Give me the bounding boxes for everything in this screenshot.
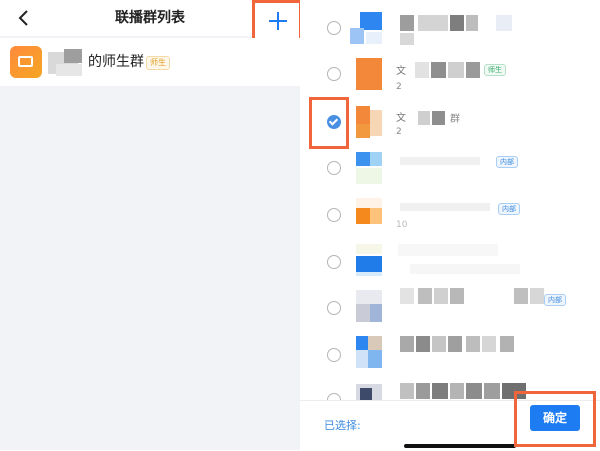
avatar — [350, 152, 382, 184]
avatar — [350, 198, 382, 230]
book-icon — [18, 56, 33, 67]
blurred-text — [432, 383, 448, 399]
blurred-text — [450, 15, 464, 31]
confirm-highlight: 确定 — [514, 391, 596, 447]
row-checkbox[interactable] — [327, 67, 341, 81]
blurred-text — [400, 336, 414, 352]
blurred-text — [418, 15, 448, 31]
blurred-text — [400, 33, 414, 45]
row-checkbox[interactable] — [327, 21, 341, 35]
blurred-text — [400, 15, 414, 31]
group-tag: 内部 — [544, 294, 566, 306]
list-item[interactable]: 的师生群 师生 — [0, 38, 300, 86]
blurred-text — [431, 62, 446, 78]
group-tag: 师生 — [484, 64, 506, 76]
blurred-text — [466, 383, 482, 399]
blurred-text — [432, 111, 445, 125]
selected-label: 已选择: — [324, 419, 361, 432]
blurred-text — [432, 336, 446, 352]
group-name-fragment: 文 — [396, 66, 406, 77]
home-indicator — [404, 444, 516, 448]
avatar — [350, 58, 382, 90]
blurred-text — [64, 49, 82, 63]
blurred-text — [56, 64, 82, 76]
blurred-text — [466, 62, 480, 78]
group-name: 的师生群 — [88, 54, 144, 70]
blurred-text — [434, 288, 448, 304]
row-checkbox[interactable] — [327, 208, 341, 222]
blurred-text — [415, 62, 429, 78]
blurred-text — [416, 336, 430, 352]
group-tag: 内部 — [496, 156, 518, 168]
avatar — [350, 106, 382, 138]
blurred-text — [400, 383, 414, 399]
blurred-text — [496, 15, 512, 31]
blurred-text — [448, 62, 464, 78]
blurred-text — [418, 111, 430, 125]
blurred-text — [400, 288, 414, 304]
group-tag: 师生 — [146, 56, 170, 70]
blurred-text — [466, 336, 480, 352]
row-checkbox[interactable] — [327, 161, 341, 175]
member-count: 2 — [396, 127, 402, 137]
avatar — [350, 336, 382, 368]
avatar — [350, 12, 382, 44]
group-list-panel: 联播群列表 的师生群 师生 — [0, 0, 300, 450]
select-group-panel: 文 2 师生 文 群 2 内部 内部 10 内部 — [300, 0, 600, 450]
blurred-text — [448, 336, 462, 352]
check-icon[interactable] — [327, 115, 341, 129]
blurred-text — [484, 383, 500, 399]
blurred-text — [500, 336, 514, 352]
group-name-fragment: 群 — [450, 114, 460, 125]
blurred-text — [410, 264, 520, 274]
selection-footer: 已选择: 确定 — [300, 391, 600, 451]
member-count: 2 — [396, 82, 402, 92]
avatar — [350, 244, 382, 276]
blurred-text — [398, 244, 498, 256]
row-checkbox[interactable] — [327, 301, 341, 315]
row-checkbox[interactable] — [327, 255, 341, 269]
avatar — [350, 290, 382, 322]
confirm-button[interactable]: 确定 — [530, 405, 580, 431]
group-name-fragment: 文 — [396, 113, 406, 124]
plus-icon — [269, 12, 287, 30]
group-avatar — [10, 46, 42, 78]
blurred-text — [482, 336, 496, 352]
blurred-text — [418, 288, 432, 304]
row-checkbox[interactable] — [327, 348, 341, 362]
blurred-text — [530, 288, 544, 304]
member-count: 10 — [396, 220, 408, 230]
blurred-text — [416, 383, 430, 399]
blurred-text — [450, 383, 464, 399]
blurred-text — [514, 288, 528, 304]
group-tag: 内部 — [498, 203, 520, 215]
blurred-text — [466, 15, 478, 31]
blurred-text — [450, 288, 464, 304]
blurred-text — [400, 157, 480, 165]
blurred-text — [400, 203, 490, 211]
